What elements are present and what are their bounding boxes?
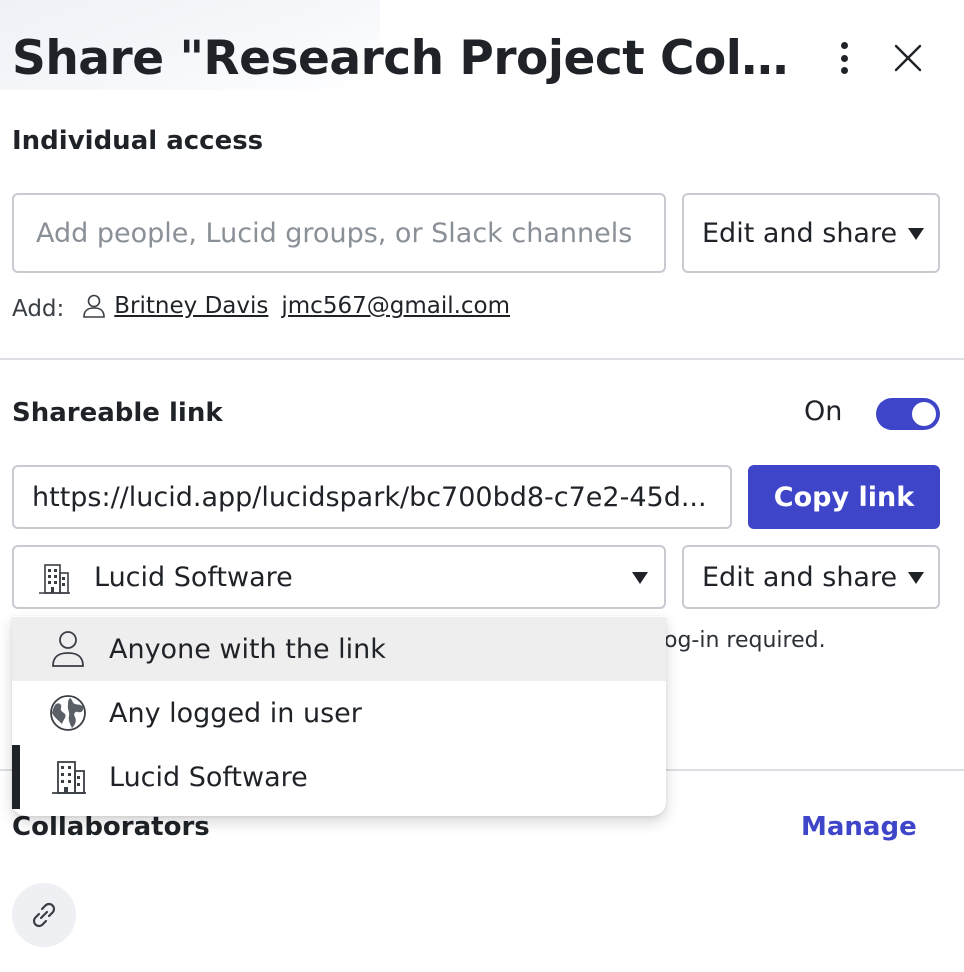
- person-icon: [83, 294, 106, 318]
- shareable-link-url-field[interactable]: https://lucid.app/lucidspark/bc700bd8-c7…: [12, 465, 732, 529]
- more-options-icon[interactable]: [828, 38, 860, 78]
- globe-icon: [50, 695, 86, 731]
- menu-item-lucid-software[interactable]: Lucid Software: [12, 745, 666, 809]
- person-icon: [52, 631, 84, 667]
- collaborators-heading: Collaborators: [12, 812, 210, 842]
- shareable-link-heading: Shareable link: [12, 398, 223, 428]
- individual-permission-value: Edit and share: [702, 217, 898, 249]
- link-access-note: og-in required.: [664, 628, 826, 653]
- link-permission-select[interactable]: Edit and share: [682, 545, 940, 609]
- link-audience-select[interactable]: Lucid Software: [12, 545, 666, 609]
- individual-access-heading: Individual access: [12, 126, 264, 156]
- kebab-dot: [840, 42, 848, 49]
- toggle-knob: [912, 402, 936, 426]
- link-icon: [32, 902, 56, 928]
- menu-item-label: Lucid Software: [109, 761, 308, 793]
- building-icon: [52, 761, 86, 794]
- toggle-label: On: [804, 396, 843, 427]
- add-people-input[interactable]: [12, 193, 666, 273]
- menu-item-anyone-with-link[interactable]: Anyone with the link: [12, 617, 666, 681]
- copy-link-circle-button[interactable]: [12, 883, 76, 947]
- kebab-dot: [840, 54, 848, 62]
- close-icon[interactable]: [890, 40, 926, 76]
- shareable-link-url: https://lucid.app/lucidspark/bc700bd8-c7…: [32, 481, 707, 513]
- add-label: Add:: [12, 296, 65, 322]
- kebab-dot: [840, 67, 848, 74]
- caret-down-icon: [908, 572, 924, 584]
- individual-permission-select[interactable]: Edit and share: [682, 193, 940, 273]
- caret-down-icon: [632, 572, 648, 584]
- section-divider: [0, 358, 964, 360]
- copy-link-button[interactable]: Copy link: [748, 465, 940, 529]
- link-permission-value: Edit and share: [702, 561, 898, 593]
- suggestion-email[interactable]: jmc567@gmail.com: [281, 293, 510, 319]
- link-audience-value: Lucid Software: [94, 561, 293, 593]
- add-suggestions: Add: Britney Davis jmc567@gmail.com: [12, 290, 510, 322]
- menu-item-label: Anyone with the link: [109, 633, 386, 665]
- caret-down-icon: [908, 228, 924, 240]
- shareable-link-toggle[interactable]: [876, 398, 940, 430]
- manage-collaborators-link[interactable]: Manage: [801, 812, 917, 842]
- dialog-title: Share "Research Project Collaboration": [12, 31, 802, 86]
- menu-item-any-logged-in-user[interactable]: Any logged in user: [12, 681, 666, 745]
- link-audience-menu: Anyone with the link Any logged in user …: [12, 616, 666, 816]
- menu-item-label: Any logged in user: [109, 697, 362, 729]
- suggestion-britney-davis[interactable]: Britney Davis: [114, 293, 268, 319]
- building-icon: [39, 564, 70, 594]
